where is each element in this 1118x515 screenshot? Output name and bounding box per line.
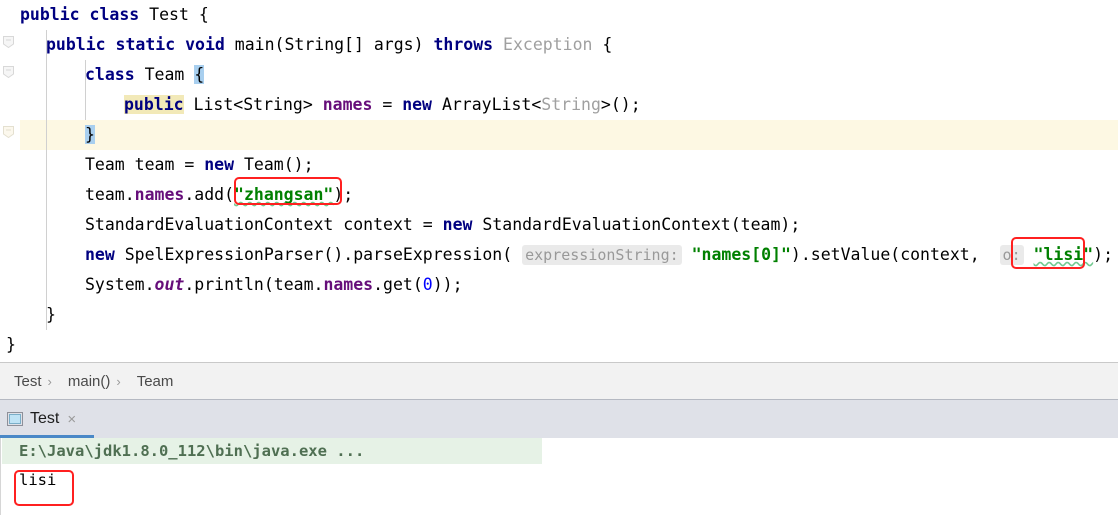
token-keyword-new: new [402, 95, 432, 114]
console-output[interactable]: E:\Java\jdk1.8.0_112\bin\java.exe ... li… [0, 438, 1118, 515]
code-line-4[interactable]: public List<String> names = new ArrayLis… [0, 90, 1118, 120]
breadcrumb[interactable]: Test › main() › Team [0, 362, 1118, 400]
token-keyword-throws: throws [433, 35, 494, 54]
code-line-7[interactable]: team.names.add("zhangsan"); [0, 180, 1118, 210]
close-icon[interactable]: × [67, 412, 76, 427]
token-string-zhangsan: "zhangsan" [234, 185, 334, 204]
run-tab-label: Test [30, 410, 60, 427]
token-operator-assign: = [184, 155, 205, 174]
code-line-2[interactable]: public static void main(String[] args) t… [0, 30, 1118, 60]
token-keyword-public: public [20, 5, 80, 24]
token-method-add: .add( [184, 185, 235, 204]
token-ctor-standardevaluationcontext: StandardEvaluationContext(team); [472, 215, 801, 234]
breadcrumb-separator-icon: › [116, 373, 121, 389]
token-field-names: names [322, 95, 373, 114]
token-method-main: main( [234, 35, 285, 54]
code-line-9[interactable]: new SpelExpressionParser().parseExpressi… [0, 240, 1118, 270]
token-keyword-new: new [85, 245, 115, 264]
token-field-names: names [323, 275, 374, 294]
token-brace: } [46, 305, 56, 324]
code-lines[interactable]: public class Test { public static void m… [0, 0, 1118, 362]
run-tab-strip[interactable]: Test × [0, 400, 1118, 438]
code-editor[interactable]: public class Test { public static void m… [0, 0, 1118, 362]
token-paren-end: )); [432, 275, 463, 294]
token-string-lisi: "lisi" [1033, 245, 1094, 264]
code-line-10[interactable]: System.out.println(team.names.get(0)); [0, 270, 1118, 300]
token-keyword-public: public [46, 35, 106, 54]
breadcrumb-item-main[interactable]: main() [66, 373, 113, 390]
token-keyword-public-highlighted: public [124, 95, 184, 114]
breadcrumb-item-team[interactable]: Team [135, 373, 176, 390]
token-type-string-array: String[] [284, 35, 364, 54]
token-ctor-end: >(); [600, 95, 641, 114]
token-class-system: System. [85, 275, 155, 294]
code-line-6[interactable]: Team team = new Team(); [0, 150, 1118, 180]
code-line-12[interactable]: } [0, 330, 1118, 360]
token-generic-string: String [541, 95, 601, 114]
token-type-standardevaluationcontext: StandardEvaluationContext context [85, 215, 423, 234]
token-type-list: List<String> [193, 95, 313, 114]
breadcrumb-separator-icon: › [47, 373, 52, 389]
token-type-exception: Exception [503, 35, 593, 54]
parameter-hint-o: o: [999, 245, 1024, 265]
token-var-team: team. [85, 185, 135, 204]
console-command-line: E:\Java\jdk1.8.0_112\bin\java.exe ... [19, 442, 365, 460]
token-keyword-class: class [89, 5, 140, 24]
token-operator-assign: = [382, 95, 393, 114]
token-keyword-void: void [185, 35, 225, 54]
token-brace: { [602, 35, 613, 54]
token-type-team: Team team [85, 155, 185, 174]
token-brace-matched-open: { [194, 65, 205, 84]
code-line-1[interactable]: public class Test { [0, 0, 1118, 30]
parameter-hint-expressionstring: expressionString: [522, 245, 682, 265]
token-classname-test: Test [149, 5, 189, 24]
token-keyword-static: static [115, 35, 176, 54]
token-paren-end: ); [333, 185, 354, 204]
token-staticfield-out: out [154, 275, 185, 294]
token-param-args: args) [373, 35, 424, 54]
token-brace: } [6, 335, 16, 354]
token-call-parseexpression: SpelExpressionParser().parseExpression( [114, 245, 513, 264]
token-ctor-arraylist: ArrayList< [441, 95, 542, 114]
token-method-get: .get( [373, 275, 423, 294]
token-operator-assign: = [422, 215, 443, 234]
token-field-names: names [134, 185, 185, 204]
token-keyword-new: new [442, 215, 473, 234]
token-keyword-new: new [204, 155, 235, 174]
token-ctor-team: Team(); [234, 155, 314, 174]
token-paren-end: ); [1093, 245, 1114, 264]
console-icon [7, 411, 23, 427]
token-call-setvalue: ).setValue(context, [790, 245, 990, 264]
code-line-8[interactable]: StandardEvaluationContext context = new … [0, 210, 1118, 240]
token-brace: { [198, 5, 209, 24]
token-string-names0: "names[0]" [691, 245, 791, 264]
run-tab-test[interactable]: Test × [0, 400, 86, 438]
code-line-5[interactable]: } [0, 120, 1118, 150]
console-output-line: lisi [19, 471, 57, 489]
token-keyword-class: class [85, 65, 135, 84]
token-number-zero: 0 [422, 275, 433, 294]
token-method-println: .println(team. [184, 275, 324, 294]
code-line-3[interactable]: class Team { [0, 60, 1118, 90]
run-tool-window[interactable]: Test × E:\Java\jdk1.8.0_112\bin\java.exe… [0, 400, 1118, 515]
token-classname-team: Team [144, 65, 185, 84]
breadcrumb-item-test[interactable]: Test [12, 373, 44, 390]
token-brace-matched-close: } [85, 125, 95, 144]
code-line-11[interactable]: } [0, 300, 1118, 330]
